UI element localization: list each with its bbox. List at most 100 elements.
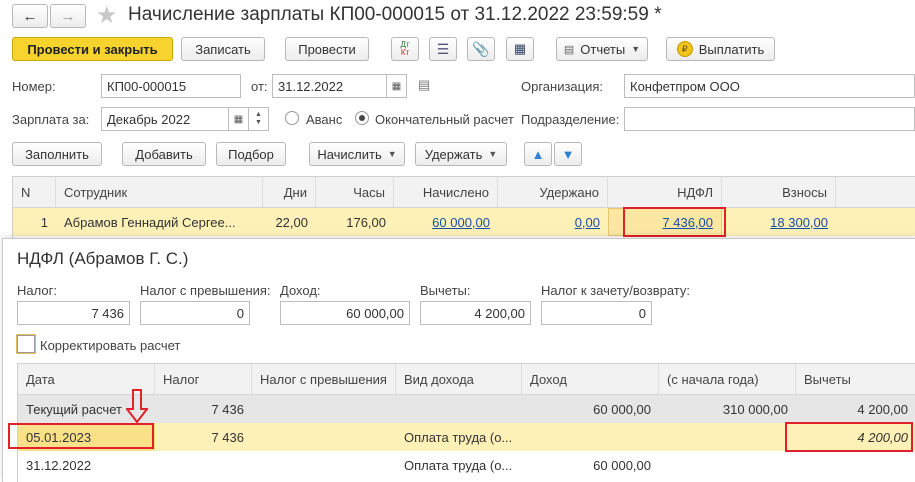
row-ytd [659, 451, 796, 479]
dt-kt-icon: Дт Кт [400, 40, 410, 57]
offset-tax-label: Налог к зачету/возврату: [541, 283, 691, 298]
final-calc-label[interactable]: Окончательный расчет [375, 112, 514, 127]
row-days: 22,00 [275, 214, 308, 230]
row-kind: Оплата труда (о... [404, 457, 513, 473]
list-icon: ☰ [436, 40, 450, 57]
tax-label: Налог: [17, 283, 57, 298]
arrow-down-icon: ▼ [561, 146, 575, 162]
arrow-left-icon: ← [22, 7, 38, 25]
comment-icon[interactable]: ▤ [418, 77, 430, 93]
month-calendar-button[interactable]: ▦ [229, 107, 249, 131]
col-employee[interactable]: Сотрудник [56, 177, 263, 207]
row-number: 1 [40, 214, 48, 230]
col-excess-tax[interactable]: Налог с превышения [252, 364, 396, 394]
favorite-star-icon[interactable]: ★ [96, 1, 118, 30]
advance-label[interactable]: Аванс [306, 112, 342, 127]
row-employee: Абрамов Геннадий Сергее... [64, 214, 236, 230]
report-icon: ▤ [563, 43, 575, 56]
deductions-label: Вычеты: [420, 283, 471, 298]
row-ytd: 310 000,00 [722, 401, 788, 417]
col-income[interactable]: Доход [522, 364, 659, 394]
col-withheld[interactable]: Удержано [498, 177, 608, 207]
col-accrued[interactable]: Начислено [394, 177, 498, 207]
col-ndfl[interactable]: НДФЛ [608, 177, 722, 207]
date-field[interactable]: 31.12.2022 [272, 74, 387, 98]
withhold-dropdown[interactable]: Удержать ▼ [415, 142, 507, 166]
col-n[interactable]: N [13, 177, 56, 207]
dt-kt-button[interactable]: Дт Кт [391, 37, 419, 61]
chevron-up-icon: ▲ [255, 111, 262, 118]
move-up-button[interactable]: ▲ [524, 142, 552, 166]
calendar-button[interactable]: ▦ [387, 74, 407, 98]
table-header: N Сотрудник Дни Часы Начислено Удержано … [13, 177, 915, 208]
row-hours: 176,00 [346, 214, 386, 230]
salary-for-label: Зарплата за: [12, 112, 90, 127]
organization-field[interactable]: Конфетпром ООО [624, 74, 915, 98]
reports-dropdown[interactable]: ▤ Отчеты ▼ [556, 37, 648, 61]
fill-button[interactable]: Заполнить [12, 142, 102, 166]
arrow-right-icon: → [60, 7, 76, 25]
month-stepper[interactable]: ▲ ▼ [249, 107, 269, 131]
row-deductions: 4 200,00 [857, 401, 908, 417]
move-down-button[interactable]: ▼ [554, 142, 582, 166]
calendar-icon: ▦ [391, 80, 402, 92]
date-highlight-box [8, 423, 154, 449]
col-deductions[interactable]: Вычеты [796, 364, 915, 394]
department-field[interactable] [624, 107, 915, 131]
salary-month-field[interactable]: Декабрь 2022 [101, 107, 229, 131]
save-button[interactable]: Записать [181, 37, 265, 61]
income-label: Доход: [280, 283, 321, 298]
row-withheld[interactable]: 0,00 [498, 208, 608, 236]
coin-icon: ₽ [676, 41, 693, 57]
table-row[interactable]: 1 Абрамов Геннадий Сергее... 22,00 176,0… [13, 208, 915, 236]
chevron-down-icon: ▼ [255, 119, 262, 126]
attach-button[interactable]: 📎 [467, 37, 495, 61]
final-calc-radio[interactable] [355, 111, 369, 125]
number-field[interactable]: КП00-000015 [101, 74, 241, 98]
back-button[interactable]: ← [12, 4, 48, 28]
window-title: Начисление зарплаты КП00-000015 от 31.12… [128, 4, 662, 25]
structure-button[interactable]: ▦ [506, 37, 534, 61]
adjust-calc-label[interactable]: Корректировать расчет [40, 338, 180, 353]
row-accrued[interactable]: 60 000,00 [394, 208, 498, 236]
col-ytd[interactable]: (с начала года) [659, 364, 796, 394]
col-hours[interactable]: Часы [316, 177, 394, 207]
down-arrow-annotation-icon [126, 389, 148, 423]
excess-tax-field[interactable]: 0 [140, 301, 250, 325]
col-tax[interactable]: Налог [155, 364, 252, 394]
ndfl-panel-title: НДФЛ (Абрамов Г. С.) [17, 249, 189, 268]
chevron-down-icon: ▼ [387, 149, 397, 159]
table-row-current[interactable]: Текущий расчет 7 436 60 000,00 310 000,0… [18, 395, 915, 423]
col-contributions[interactable]: Взносы [722, 177, 836, 207]
row-income: 60 000,00 [593, 457, 651, 473]
pick-button[interactable]: Подбор [216, 142, 286, 166]
deductions-field[interactable]: 4 200,00 [420, 301, 531, 325]
document-list-button[interactable]: ☰ [429, 37, 457, 61]
col-days[interactable]: Дни [263, 177, 316, 207]
forward-button[interactable]: → [50, 4, 86, 28]
tax-field[interactable]: 7 436 [17, 301, 130, 325]
row-income: 60 000,00 [593, 401, 651, 417]
row-excess [252, 395, 396, 423]
row-ytd [659, 423, 796, 451]
post-button[interactable]: Провести [285, 37, 369, 61]
detail-table-header: Дата Налог Налог с превышения Вид дохода… [18, 364, 915, 395]
row-contributions[interactable]: 18 300,00 [722, 208, 836, 236]
row-excess [252, 451, 396, 479]
add-button[interactable]: Добавить [122, 142, 206, 166]
row-date: 31.12.2022 [26, 457, 92, 473]
offset-tax-field[interactable]: 0 [541, 301, 652, 325]
col-income-kind[interactable]: Вид дохода [396, 364, 522, 394]
excess-tax-label: Налог с превышения: [140, 283, 271, 298]
table-row[interactable]: 31.12.2022 Оплата труда (о... 60 000,00 [18, 451, 915, 479]
pay-button[interactable]: ₽ Выплатить [666, 37, 775, 61]
post-and-close-button[interactable]: Провести и закрыть [12, 37, 173, 61]
paperclip-icon: 📎 [472, 40, 490, 57]
row-income [522, 423, 659, 451]
income-field[interactable]: 60 000,00 [280, 301, 410, 325]
organization-label: Организация: [521, 79, 604, 94]
row-tax: 7 436 [211, 401, 244, 417]
advance-radio[interactable] [285, 111, 299, 125]
accrue-dropdown[interactable]: Начислить ▼ [309, 142, 405, 166]
adjust-calc-checkbox[interactable] [16, 334, 36, 354]
